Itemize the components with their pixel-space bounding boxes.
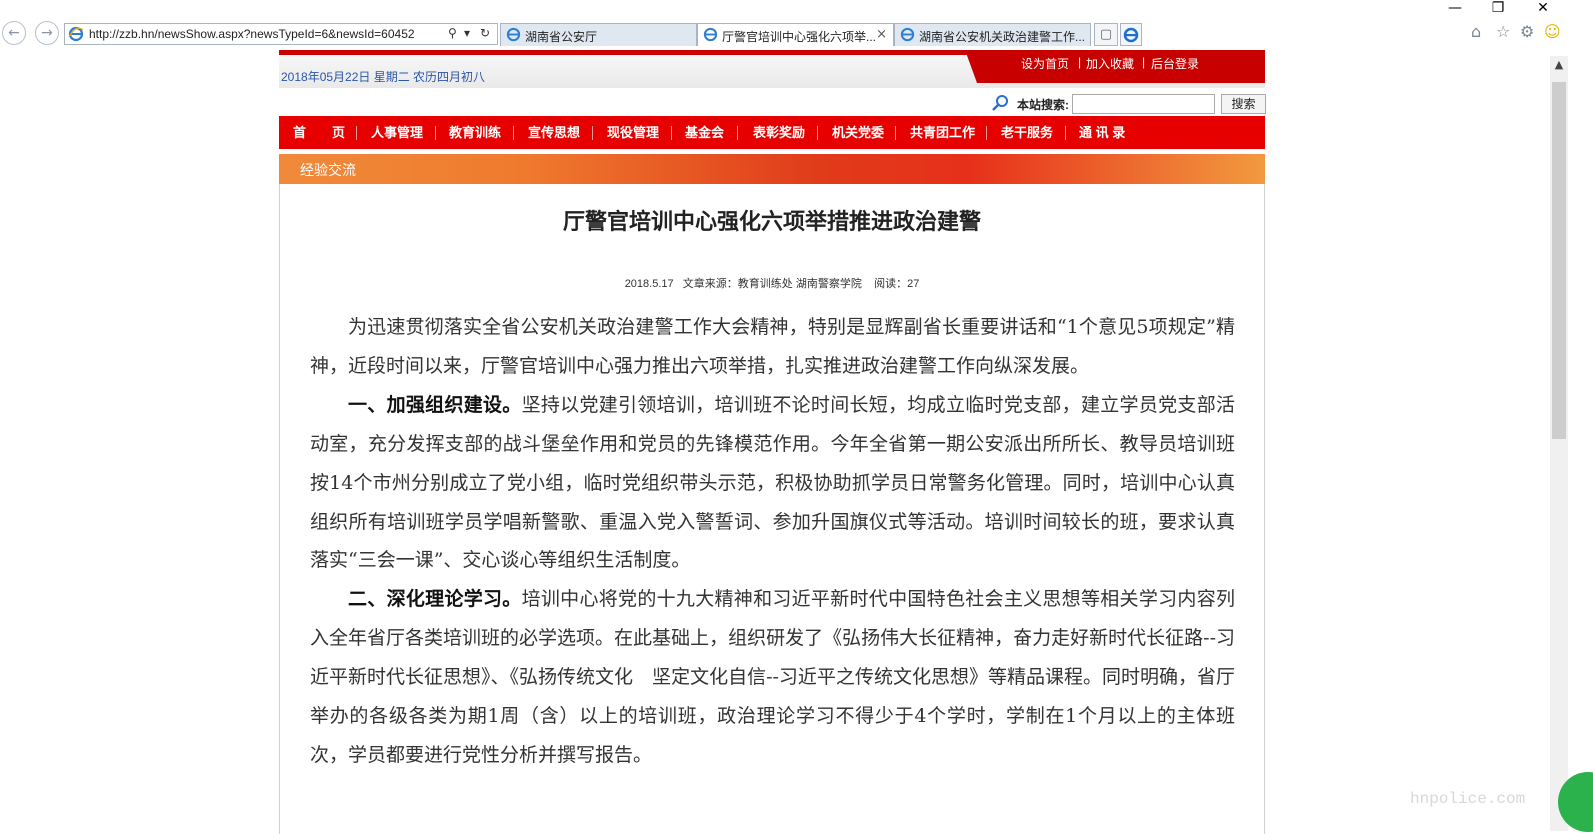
nav-separator: [671, 126, 672, 140]
magnifier-icon: [992, 95, 1008, 111]
article-title: 厅警官培训中心强化六项举措推进政治建警: [562, 209, 981, 235]
nav-item-youth-league[interactable]: 共青团工作: [910, 116, 975, 149]
ie-icon: [68, 26, 84, 42]
search-button[interactable]: 搜索: [1221, 94, 1266, 114]
nav-item-directory[interactable]: 通 讯 录: [1079, 116, 1125, 149]
ie-icon: [506, 27, 521, 42]
nav-separator: [1065, 126, 1066, 140]
close-tab-icon[interactable]: ×: [876, 27, 887, 42]
ie-icon: [900, 27, 915, 42]
chevron-down-icon[interactable]: ▾: [464, 26, 470, 40]
paragraph-heading: 一、加强组织建设。: [348, 393, 522, 416]
link-separator: |: [1142, 55, 1146, 69]
nav-separator: [592, 126, 593, 140]
nav-item-awards[interactable]: 表彰奖励: [753, 116, 805, 149]
date-line: 2018年05月22日 星期二 农历四月初八: [281, 70, 486, 84]
nav-separator: [895, 126, 896, 140]
address-url[interactable]: http://zzb.hn/newsShow.aspx?newsTypeId=6…: [89, 27, 434, 41]
link-separator: |: [1078, 55, 1082, 69]
paragraph-text: 培训中心将党的十九大精神和习近平新时代中国特色社会主义思想等相关学习内容列入全年…: [310, 588, 1235, 766]
gear-icon[interactable]: ⚙: [1520, 22, 1534, 41]
nav-item-publicity[interactable]: 宣传思想: [528, 116, 580, 149]
minimize-button[interactable]: —: [1440, 0, 1470, 16]
paragraph: 为迅速贯彻落实全省公安机关政治建警工作大会精神，特别是显辉副省长重要讲话和“1个…: [310, 316, 1235, 377]
nav-separator: [737, 126, 738, 140]
nav-item-active-duty[interactable]: 现役管理: [607, 116, 659, 149]
browser-chrome: ← → http://zzb.hn/newsShow.aspx?newsType…: [0, 0, 1593, 50]
paragraph: 一、加强组织建设。坚持以党建引领培训，培训班不论时间长短，均成立临时党支部，建立…: [310, 386, 1235, 581]
search-icon[interactable]: ⚲: [448, 26, 457, 40]
forward-button[interactable]: →: [35, 21, 59, 45]
address-bar[interactable]: http://zzb.hn/newsShow.aspx?newsTypeId=6…: [64, 23, 498, 45]
vertical-scrollbar[interactable]: ▲: [1550, 56, 1568, 831]
ie-icon: [1123, 27, 1139, 43]
add-favorite-link[interactable]: 加入收藏: [1086, 55, 1134, 72]
nav-separator: [986, 126, 987, 140]
nav-separator: [435, 126, 436, 140]
header-links: 设为首页 | 加入收藏 | 后台登录: [965, 50, 1265, 83]
paragraph-heading: 二、深化理论学习。: [348, 588, 522, 611]
article-container: 厅警官培训中心强化六项举措推进政治建警 2018.5.17 文章来源：教育训练处…: [279, 184, 1265, 834]
web-page: 2018年05月22日 星期二 农历四月初八 设为首页 | 加入收藏 | 后台登…: [279, 50, 1266, 834]
tab-political-police[interactable]: 湖南省公安机关政治建警工作...: [894, 23, 1091, 46]
nav-item-party-committee[interactable]: 机关党委: [832, 116, 884, 149]
restore-button[interactable]: ❐: [1483, 0, 1513, 16]
section-title: 经验交流: [300, 162, 356, 178]
search-label: 本站搜索:: [1017, 98, 1069, 112]
tab-article[interactable]: 厅警官培训中心强化六项举... ×: [697, 23, 894, 46]
nav-item-fund[interactable]: 基金会: [685, 116, 724, 149]
paragraph-text: 坚持以党建引领培训，培训班不论时间长短，均成立临时党支部，建立学员党支部活动室，…: [310, 393, 1235, 572]
back-button[interactable]: ←: [2, 21, 26, 45]
article-meta: 2018.5.17 文章来源：教育训练处 湖南警察学院 阅读：27: [624, 278, 920, 290]
nav-separator: [817, 126, 818, 140]
scrollbar-thumb[interactable]: [1552, 82, 1566, 439]
article-body: 为迅速贯彻落实全省公安机关政治建警工作大会精神，特别是显辉副省长重要讲话和“1个…: [310, 308, 1235, 775]
tab-label: 厅警官培训中心强化六项举...: [722, 30, 877, 44]
nav-item-training[interactable]: 教育训练: [449, 116, 501, 149]
nav-item-personnel[interactable]: 人事管理: [371, 116, 423, 149]
tab-label: 湖南省公安厅: [525, 30, 598, 44]
smiley-icon[interactable]: ☺: [1544, 22, 1561, 41]
nav-item-retired-cadres[interactable]: 老干服务: [1001, 116, 1053, 149]
star-icon[interactable]: ☆: [1496, 22, 1510, 41]
admin-login-link[interactable]: 后台登录: [1151, 55, 1199, 72]
refresh-icon[interactable]: ↻: [480, 26, 490, 40]
nav-separator: [356, 126, 357, 140]
site-search-input[interactable]: [1072, 94, 1215, 114]
tab-label: 湖南省公安机关政治建警工作...: [919, 30, 1086, 44]
home-icon[interactable]: ⌂: [1471, 22, 1481, 41]
tab-hunan-public-security[interactable]: 湖南省公安厅: [500, 23, 697, 46]
section-header: 经验交流: [279, 154, 1265, 184]
close-window-button[interactable]: ✕: [1528, 0, 1558, 16]
main-nav: 首 页 人事管理 教育训练 宣传思想 现役管理 基金会 表彰奖励 机关党委 共青…: [279, 116, 1265, 149]
paragraph: 二、深化理论学习。培训中心将党的十九大精神和习近平新时代中国特色社会主义思想等相…: [310, 580, 1235, 775]
nav-item-home[interactable]: 首 页: [293, 116, 345, 149]
ie-icon: [703, 27, 718, 42]
scroll-up-icon[interactable]: ▲: [1550, 56, 1568, 74]
ie-logo-button[interactable]: [1120, 23, 1142, 46]
watermark: hnpolice.com: [1410, 790, 1526, 808]
nav-separator: [513, 126, 514, 140]
new-tab-button[interactable]: ▢: [1094, 23, 1118, 46]
set-homepage-link[interactable]: 设为首页: [1021, 55, 1069, 72]
